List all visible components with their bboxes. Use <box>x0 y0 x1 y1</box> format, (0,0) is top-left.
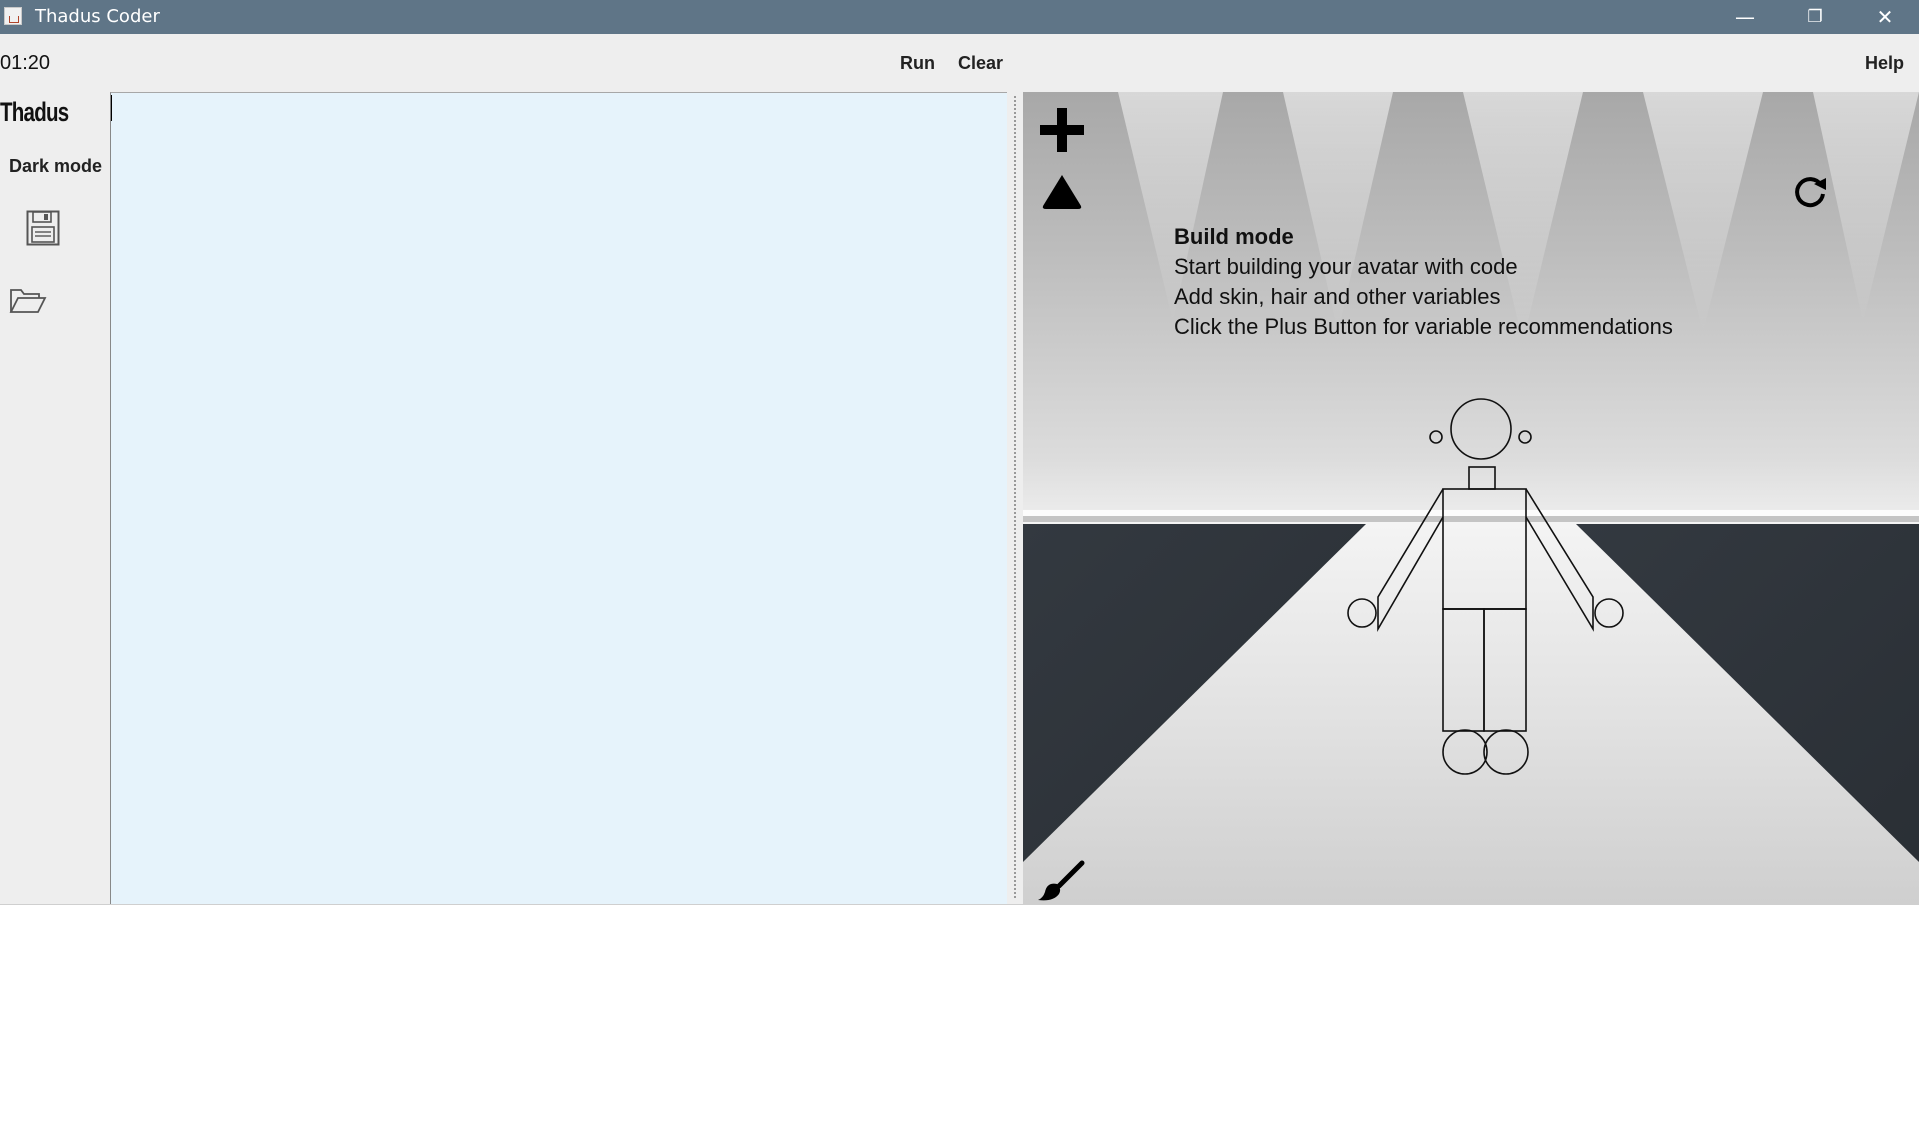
title-bar: Thadus Coder — ❐ ✕ <box>0 0 1919 34</box>
app-logo: Thadus <box>0 97 69 127</box>
instruction-line: Add skin, hair and other variables <box>1174 284 1501 309</box>
instruction-line: Click the Plus Button for variable recom… <box>1174 314 1673 339</box>
text-caret <box>111 95 112 121</box>
pane-splitter[interactable] <box>1007 92 1023 904</box>
code-editor[interactable] <box>110 92 1007 904</box>
help-button[interactable]: Help <box>1865 53 1904 74</box>
java-app-icon <box>4 7 22 25</box>
triangle-icon[interactable] <box>1040 172 1084 212</box>
refresh-icon[interactable] <box>1790 172 1830 212</box>
output-console[interactable] <box>0 904 1919 1122</box>
paintbrush-icon[interactable] <box>1037 860 1087 902</box>
stage-instructions: Build mode Start building your avatar wi… <box>1174 222 1673 342</box>
close-button[interactable]: ✕ <box>1855 0 1915 34</box>
window-title: Thadus Coder <box>35 6 160 27</box>
plus-icon[interactable] <box>1038 106 1086 154</box>
save-icon[interactable] <box>26 210 60 251</box>
open-folder-icon[interactable] <box>9 286 47 319</box>
maximize-button[interactable]: ❐ <box>1785 0 1845 34</box>
mode-title: Build mode <box>1174 224 1294 249</box>
clear-button[interactable]: Clear <box>958 53 1003 74</box>
stage-scene <box>1023 92 1919 904</box>
timer-display: 01:20 <box>0 52 51 74</box>
run-button[interactable]: Run <box>900 53 935 74</box>
dark-mode-toggle[interactable]: Dark mode <box>9 156 102 177</box>
avatar-stage: Build mode Start building your avatar wi… <box>1023 92 1919 904</box>
minimize-button[interactable]: — <box>1715 0 1775 34</box>
instruction-line: Start building your avatar with code <box>1174 254 1518 279</box>
